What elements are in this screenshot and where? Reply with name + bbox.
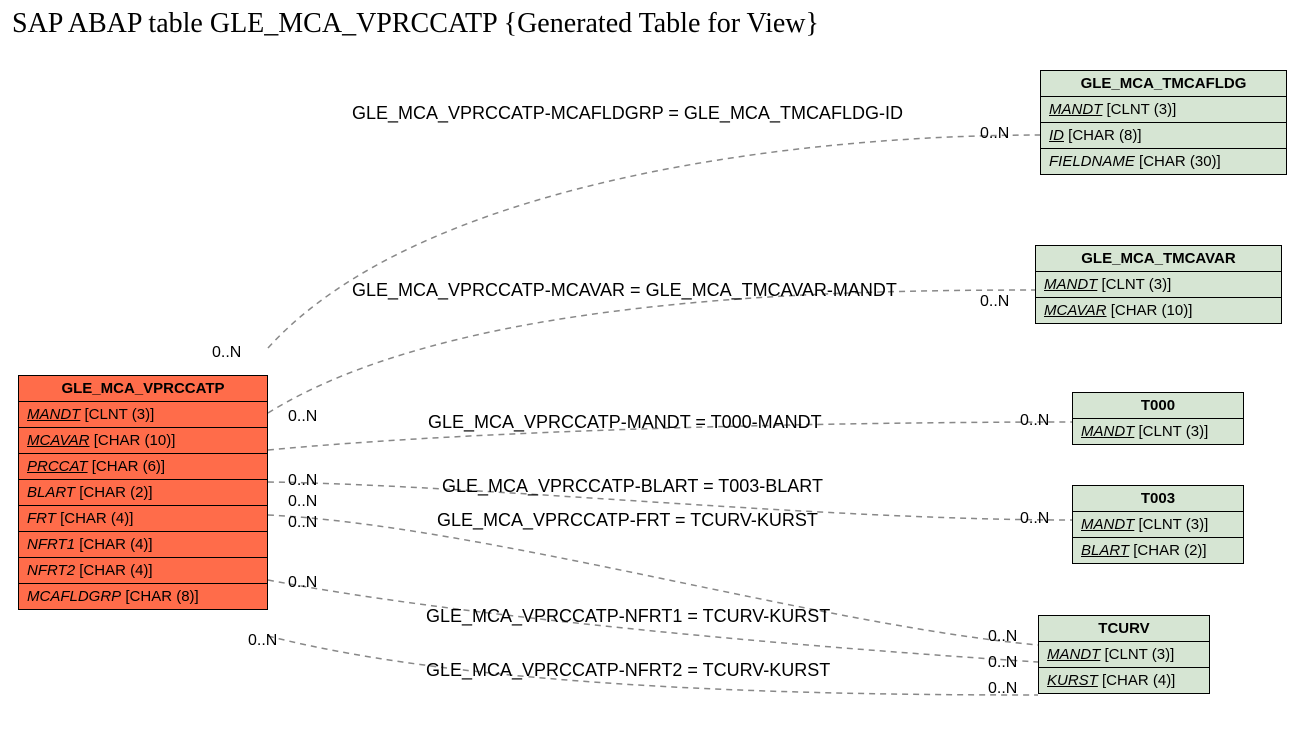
entity-main-header: GLE_MCA_VPRCCATP [19, 376, 267, 402]
page-title: SAP ABAP table GLE_MCA_VPRCCATP {Generat… [12, 8, 819, 40]
entity-field: MANDT [CLNT (3)] [1073, 512, 1243, 538]
entity-main: GLE_MCA_VPRCCATP MANDT [CLNT (3)] MCAVAR… [18, 375, 268, 610]
cardinality-label: 0..N [988, 680, 1017, 698]
cardinality-label: 0..N [288, 514, 317, 532]
relation-label: GLE_MCA_VPRCCATP-BLART = T003-BLART [442, 476, 823, 497]
cardinality-label: 0..N [1020, 412, 1049, 430]
entity-main-field: NFRT2 [CHAR (4)] [19, 558, 267, 584]
entity-main-field: NFRT1 [CHAR (4)] [19, 532, 267, 558]
entity-field: MANDT [CLNT (3)] [1036, 272, 1281, 298]
entity-main-field: MANDT [CLNT (3)] [19, 402, 267, 428]
cardinality-label: 0..N [288, 493, 317, 511]
relation-label: GLE_MCA_VPRCCATP-FRT = TCURV-KURST [437, 510, 818, 531]
entity-field: KURST [CHAR (4)] [1039, 668, 1209, 693]
entity-tcurv: TCURV MANDT [CLNT (3)] KURST [CHAR (4)] [1038, 615, 1210, 694]
cardinality-label: 0..N [288, 574, 317, 592]
relation-label: GLE_MCA_VPRCCATP-MCAVAR = GLE_MCA_TMCAVA… [352, 280, 897, 301]
cardinality-label: 0..N [248, 632, 277, 650]
relation-label: GLE_MCA_VPRCCATP-NFRT1 = TCURV-KURST [426, 606, 830, 627]
relation-label: GLE_MCA_VPRCCATP-MANDT = T000-MANDT [428, 412, 822, 433]
cardinality-label: 0..N [288, 408, 317, 426]
entity-main-field: FRT [CHAR (4)] [19, 506, 267, 532]
relation-label: GLE_MCA_VPRCCATP-NFRT2 = TCURV-KURST [426, 660, 830, 681]
entity-main-field: BLART [CHAR (2)] [19, 480, 267, 506]
entity-tmcavar: GLE_MCA_TMCAVAR MANDT [CLNT (3)] MCAVAR … [1035, 245, 1282, 324]
entity-field: MANDT [CLNT (3)] [1073, 419, 1243, 444]
entity-header: T003 [1073, 486, 1243, 512]
relation-label: GLE_MCA_VPRCCATP-MCAFLDGRP = GLE_MCA_TMC… [352, 103, 903, 124]
entity-field: ID [CHAR (8)] [1041, 123, 1286, 149]
entity-main-field: MCAFLDGRP [CHAR (8)] [19, 584, 267, 609]
entity-header: TCURV [1039, 616, 1209, 642]
entity-field: BLART [CHAR (2)] [1073, 538, 1243, 563]
entity-field: FIELDNAME [CHAR (30)] [1041, 149, 1286, 174]
entity-t000: T000 MANDT [CLNT (3)] [1072, 392, 1244, 445]
entity-t003: T003 MANDT [CLNT (3)] BLART [CHAR (2)] [1072, 485, 1244, 564]
cardinality-label: 0..N [980, 125, 1009, 143]
cardinality-label: 0..N [1020, 510, 1049, 528]
entity-field: MCAVAR [CHAR (10)] [1036, 298, 1281, 323]
entity-header: GLE_MCA_TMCAVAR [1036, 246, 1281, 272]
entity-main-field: MCAVAR [CHAR (10)] [19, 428, 267, 454]
entity-field: MANDT [CLNT (3)] [1039, 642, 1209, 668]
entity-tmcafldg: GLE_MCA_TMCAFLDG MANDT [CLNT (3)] ID [CH… [1040, 70, 1287, 175]
cardinality-label: 0..N [980, 293, 1009, 311]
cardinality-label: 0..N [988, 654, 1017, 672]
entity-main-field: PRCCAT [CHAR (6)] [19, 454, 267, 480]
cardinality-label: 0..N [288, 472, 317, 490]
cardinality-label: 0..N [988, 628, 1017, 646]
entity-header: GLE_MCA_TMCAFLDG [1041, 71, 1286, 97]
cardinality-label: 0..N [212, 344, 241, 362]
entity-field: MANDT [CLNT (3)] [1041, 97, 1286, 123]
entity-header: T000 [1073, 393, 1243, 419]
